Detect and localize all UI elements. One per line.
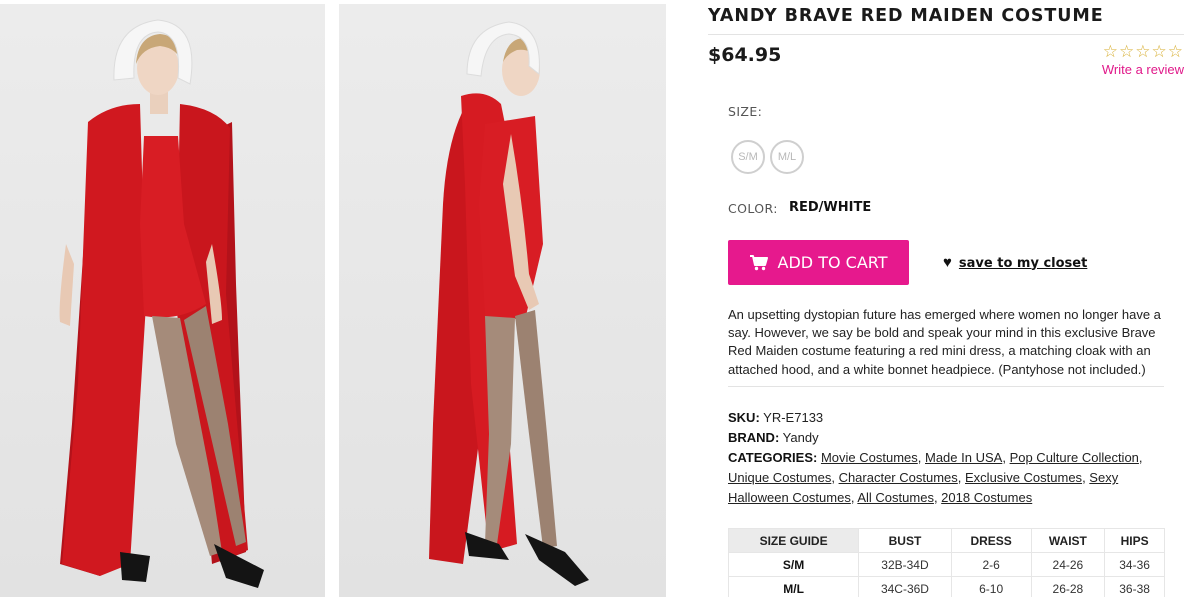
table-cell: 34C-36D <box>858 576 952 597</box>
rating-widget: ☆☆☆☆☆ Write a review <box>1102 42 1184 78</box>
categories-row: CATEGORIES: Movie Costumes, Made In USA,… <box>728 450 1143 505</box>
size-guide-header: SIZE GUIDE BUST DRESS WAIST HIPS <box>727 528 1165 553</box>
size-option-ml[interactable]: M/L <box>770 140 804 174</box>
category-link[interactable]: 2018 Costumes <box>941 490 1032 505</box>
brand-label: BRAND: <box>728 430 780 445</box>
table-cell: 34-36 <box>1104 552 1165 577</box>
color-value: RED/WHITE <box>789 200 872 215</box>
brand-row: BRAND: Yandy <box>728 428 1173 448</box>
write-review-link[interactable]: Write a review <box>1102 62 1184 78</box>
categories-label: CATEGORIES: <box>728 450 818 465</box>
size-guide-header-cell: BUST <box>858 528 952 553</box>
category-link[interactable]: Unique Costumes <box>728 470 831 485</box>
category-link[interactable]: Character Costumes <box>839 470 958 485</box>
product-photo-side[interactable] <box>339 4 666 597</box>
size-guide-header-cell: WAIST <box>1030 528 1106 553</box>
table-cell: 6-10 <box>950 576 1032 597</box>
color-label: COLOR: <box>728 201 778 216</box>
product-title: YANDY BRAVE RED MAIDEN COSTUME <box>708 6 1104 26</box>
table-cell: 24-26 <box>1030 552 1106 577</box>
title-divider <box>708 34 1184 35</box>
product-photo-front[interactable] <box>0 4 325 597</box>
size-label: SIZE: <box>728 104 763 119</box>
category-link[interactable]: Pop Culture Collection <box>1010 450 1139 465</box>
description-divider <box>728 386 1164 387</box>
save-to-closet-label: save to my closet <box>958 255 1088 271</box>
table-cell: S/M <box>727 552 860 577</box>
heart-icon: ♥ <box>943 254 952 271</box>
sku-row: SKU: YR-E7133 <box>728 408 1173 428</box>
category-link[interactable]: All Costumes <box>857 490 934 505</box>
category-link[interactable]: Made In USA <box>925 450 1002 465</box>
table-cell: M/L <box>727 576 860 597</box>
product-price: $64.95 <box>708 44 782 66</box>
product-info: YANDY BRAVE RED MAIDEN COSTUME $64.95 ☆☆… <box>708 0 1200 597</box>
size-options: S/M M/L <box>731 140 804 174</box>
sku-label: SKU: <box>728 410 760 425</box>
size-guide-header-cell: SIZE GUIDE <box>727 528 860 553</box>
table-cell: 32B-34D <box>858 552 952 577</box>
category-link[interactable]: Movie Costumes <box>821 450 918 465</box>
brand-value: Yandy <box>782 430 819 445</box>
table-row: S/M 32B-34D 2-6 24-26 34-36 <box>727 552 1165 577</box>
star-icon[interactable]: ☆☆☆☆☆ <box>1102 42 1184 62</box>
add-to-cart-button[interactable]: ADD TO CART <box>728 240 909 285</box>
size-guide-header-cell: DRESS <box>950 528 1032 553</box>
sku-value: YR-E7133 <box>763 410 824 425</box>
size-guide-header-cell: HIPS <box>1104 528 1165 553</box>
table-cell: 26-28 <box>1030 576 1106 597</box>
table-cell: 36-38 <box>1104 576 1165 597</box>
save-to-closet-link[interactable]: ♥ save to my closet <box>943 255 1087 271</box>
add-to-cart-label: ADD TO CART <box>777 253 888 272</box>
product-description: An upsetting dystopian future has emerge… <box>728 307 1161 377</box>
table-row: M/L 34C-36D 6-10 26-28 36-38 <box>727 576 1165 597</box>
table-cell: 2-6 <box>950 552 1032 577</box>
size-guide-table: SIZE GUIDE BUST DRESS WAIST HIPS S/M 32B… <box>727 528 1165 597</box>
size-option-sm[interactable]: S/M <box>731 140 765 174</box>
category-link[interactable]: Exclusive Costumes <box>965 470 1082 485</box>
cart-icon <box>749 254 768 270</box>
